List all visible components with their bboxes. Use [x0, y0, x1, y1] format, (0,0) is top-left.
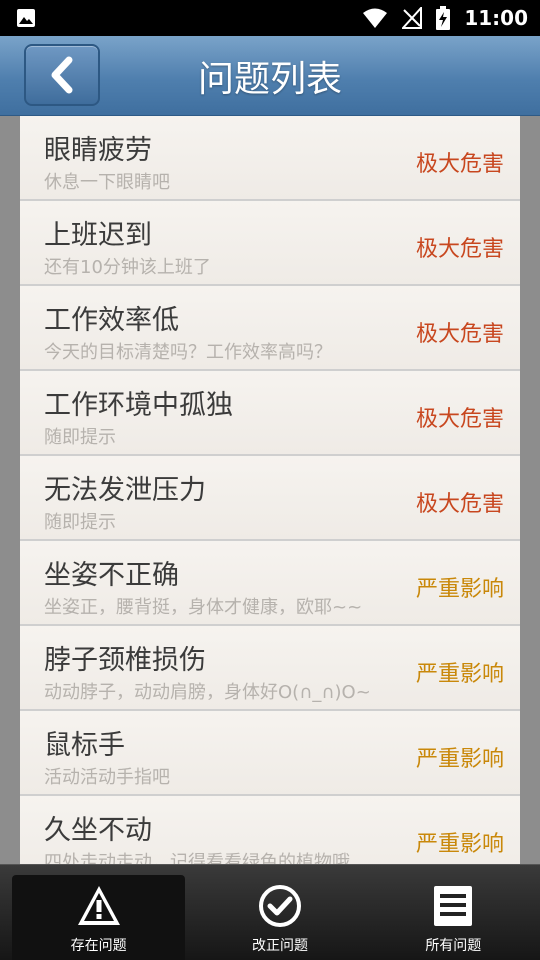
item-title: 久坐不动: [44, 815, 152, 846]
severity-label: 极大危害: [415, 407, 504, 432]
list-item[interactable]: 上班迟到还有10分钟该上班了 极大危害: [20, 201, 520, 286]
battery-charging-icon: [436, 6, 451, 30]
image-notification-icon: [17, 9, 35, 27]
item-subtitle: 随即提示: [44, 427, 116, 448]
list-item[interactable]: 眼睛疲劳休息一下眼睛吧 极大危害: [20, 116, 520, 201]
item-subtitle: 今天的目标清楚吗？工作效率高吗？: [44, 342, 332, 363]
item-title: 坐姿不正确: [44, 560, 179, 591]
item-title: 鼠标手: [44, 730, 125, 761]
item-title: 无法发泄压力: [44, 475, 206, 506]
item-subtitle: 坐姿正，腰背挺，身体才健康，欧耶~~: [44, 597, 363, 618]
severity-label: 极大危害: [415, 322, 504, 347]
list-icon: [434, 886, 473, 926]
severity-label: 极大危害: [415, 492, 504, 517]
item-subtitle: 四处走动走动，记得看看绿色的植物哦: [44, 852, 350, 864]
item-title: 脖子颈椎损伤: [44, 645, 206, 676]
item-subtitle: 动动脖子，动动肩膀，身体好O(∩_∩)O~: [44, 682, 371, 703]
item-subtitle: 活动活动手指吧: [44, 767, 170, 788]
item-subtitle: 随即提示: [44, 512, 116, 533]
list-item[interactable]: 脖子颈椎损伤动动脖子，动动肩膀，身体好O(∩_∩)O~ 严重影响: [20, 626, 520, 711]
list-item[interactable]: 工作环境中孤独随即提示 极大危害: [20, 371, 520, 456]
tab-label: 存在问题: [70, 938, 127, 954]
severity-label: 严重影响: [415, 577, 504, 602]
severity-label: 极大危害: [415, 152, 504, 177]
item-title: 上班迟到: [44, 220, 152, 251]
problem-list: 眼睛疲劳 休息一下眼睛吧 极大危害 上班迟到 还有10分钟该上班了 极大危害 工作效率低 今天…: [20, 116, 520, 864]
item-title: 工作环境中孤独: [44, 390, 233, 421]
item-title: 工作效率低: [44, 305, 179, 336]
tab-existing-problems[interactable]: 存在问题: [12, 875, 186, 960]
list-item[interactable]: 无法发泄压力随即提示 极大危害: [20, 456, 520, 541]
list-item[interactable]: 工作效率低今天的目标清楚吗？工作效率高吗？ 极大危害: [20, 286, 520, 371]
tab-corrected-problems[interactable]: 改正问题: [193, 865, 366, 960]
tab-label: 所有问题: [425, 938, 482, 954]
severity-label: 严重影响: [415, 747, 504, 772]
list-item[interactable]: 鼠标手活动活动手指吧 严重影响: [20, 711, 520, 796]
page-title: 问题列表: [197, 59, 342, 100]
item-subtitle: 还有10分钟该上班了: [44, 257, 211, 278]
problem-list-container[interactable]: 眼睛疲劳 休息一下眼睛吧 极大危害 上班迟到 还有10分钟该上班了 极大危害 工作效率低 今天…: [0, 116, 540, 864]
status-bar: 11:00: [0, 0, 540, 36]
list-item[interactable]: 久坐不动四处走动走动，记得看看绿色的植物哦 严重影响: [20, 796, 520, 864]
severity-label: 严重影响: [415, 662, 504, 687]
warning-icon: [77, 886, 120, 925]
title-bar: 问题列表: [0, 36, 540, 116]
severity-label: 严重影响: [415, 832, 504, 857]
bottom-tab-bar: 存在问题 改正问题 所有问题: [0, 864, 540, 960]
status-time: 11:00: [464, 6, 528, 30]
wifi-icon: [363, 8, 388, 28]
item-subtitle: 休息一下眼睛吧: [44, 172, 170, 193]
tab-label: 改正问题: [251, 938, 308, 954]
status-icons: 11:00: [362, 0, 528, 36]
check-circle-icon: [258, 885, 301, 927]
no-signal-icon: [402, 7, 423, 29]
list-item[interactable]: 坐姿不正确坐姿正，腰背挺，身体才健康，欧耶~~ 严重影响: [20, 541, 520, 626]
tab-all-problems[interactable]: 所有问题: [367, 865, 540, 960]
severity-label: 极大危害: [415, 237, 504, 262]
item-title: 眼睛疲劳: [44, 135, 152, 166]
